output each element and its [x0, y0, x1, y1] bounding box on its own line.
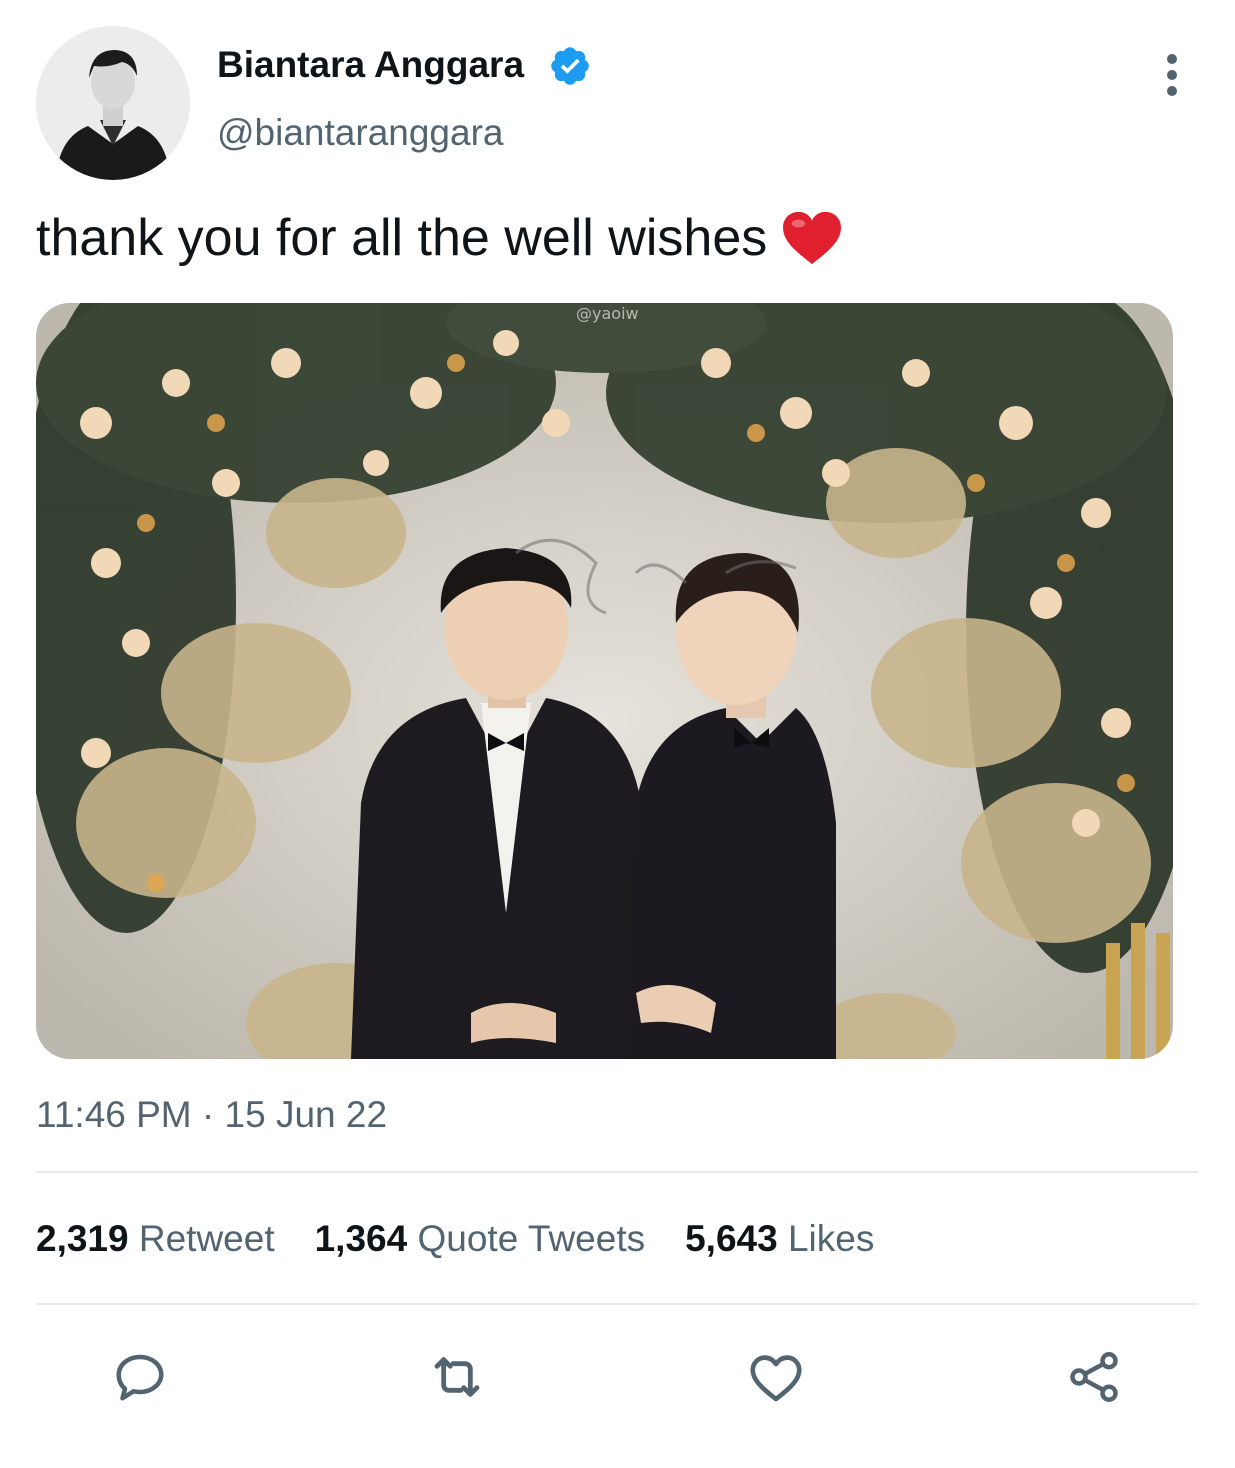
likes-count: 5,643 [685, 1218, 778, 1259]
like-icon [750, 1355, 802, 1402]
retweets-count: 2,319 [36, 1218, 129, 1259]
tweet-text-body: thank you for all the well wishes [36, 209, 768, 267]
likes-label: Likes [787, 1218, 875, 1259]
avatar[interactable] [36, 26, 190, 180]
share-button[interactable] [1062, 1345, 1126, 1409]
tweet-time: 11:46 PM [36, 1094, 192, 1135]
tweet-photo[interactable]: @yaoiw [36, 303, 1173, 1059]
retweets-stat[interactable]: 2,319 Retweet [36, 1218, 275, 1260]
verified-badge-icon [551, 47, 589, 85]
author-handle[interactable]: @biantaranggara [217, 112, 503, 154]
share-icon [1070, 1352, 1118, 1402]
divider-bottom [36, 1303, 1198, 1305]
engagement-stats: 2,319 Retweet 1,364 Quote Tweets 5,643 L… [36, 1218, 874, 1260]
wedding-photo-illustration: @yaoiw [36, 303, 1173, 1059]
quotes-count: 1,364 [314, 1218, 408, 1259]
quotes-label: Quote Tweets [417, 1218, 646, 1259]
author-display-name[interactable]: Biantara Anggara [217, 44, 524, 86]
tweet-date: 15 Jun 22 [224, 1094, 388, 1135]
quotes-stat[interactable]: 1,364 Quote Tweets [315, 1218, 646, 1260]
watermark-text: @yaoiw [576, 304, 639, 323]
like-button[interactable] [744, 1345, 808, 1409]
tweet-timestamp[interactable]: 11:46 PM · 15 Jun 22 [36, 1094, 387, 1136]
retweets-label: Retweet [138, 1218, 275, 1259]
reply-icon [116, 1354, 164, 1401]
likes-stat[interactable]: 5,643 Likes [685, 1218, 874, 1260]
retweet-button[interactable] [425, 1345, 489, 1409]
more-options-icon [1167, 54, 1177, 64]
red-heart-emoji-icon [783, 211, 842, 265]
timestamp-separator: · [201, 1094, 215, 1135]
tweet-text: thank you for all the well wishes [36, 208, 843, 268]
divider-top [36, 1171, 1198, 1173]
retweet-icon [434, 1357, 480, 1397]
reply-button[interactable] [108, 1345, 172, 1409]
more-options-button[interactable] [1150, 50, 1194, 100]
